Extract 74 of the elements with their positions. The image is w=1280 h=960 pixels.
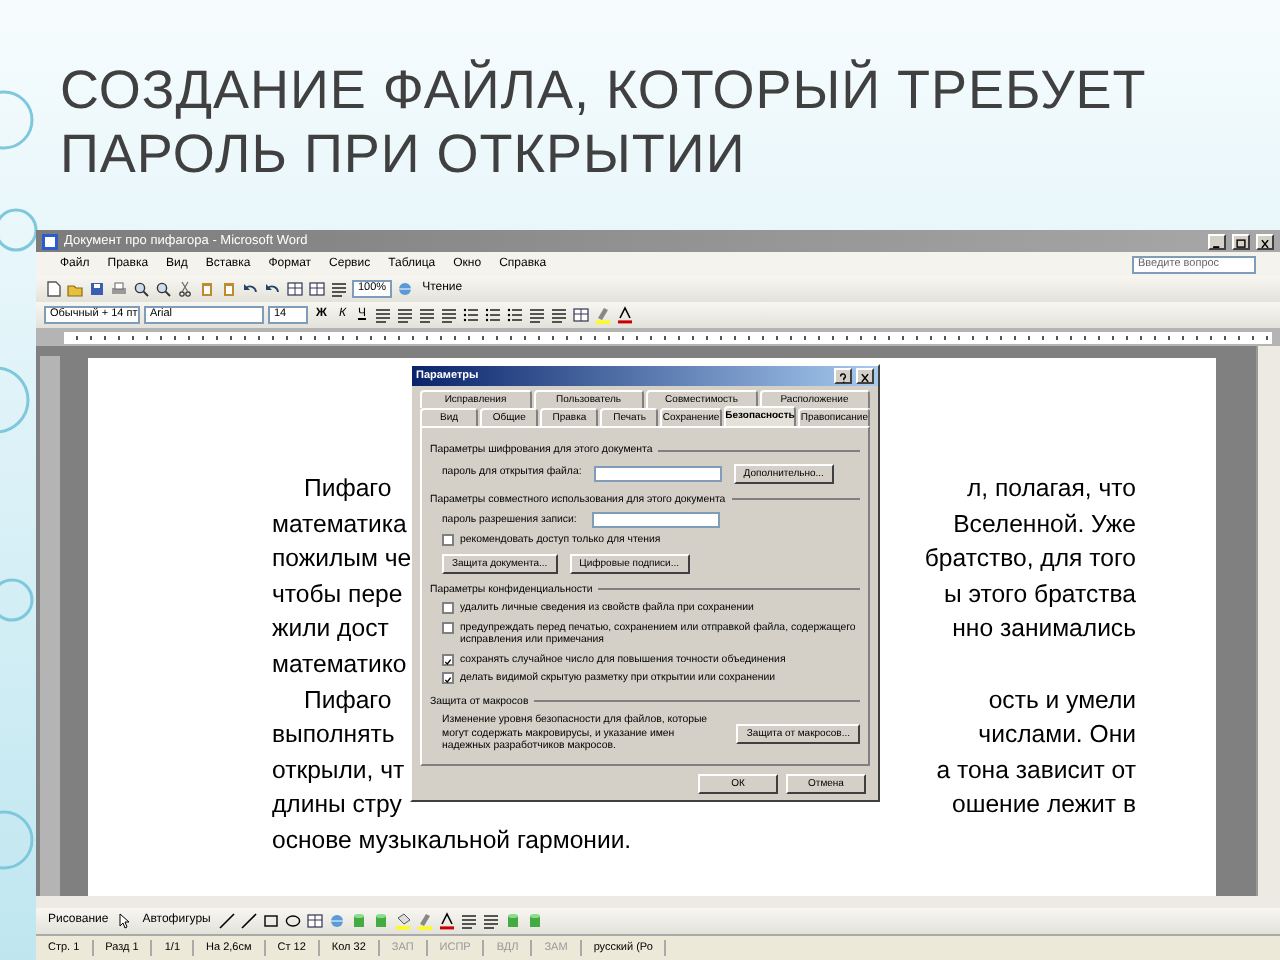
checkbox[interactable] xyxy=(442,534,454,546)
line-icon[interactable] xyxy=(240,912,259,930)
align-lines-icon[interactable] xyxy=(395,306,414,324)
printer-icon[interactable] xyxy=(110,280,128,298)
table-icon[interactable] xyxy=(308,280,326,298)
password-field[interactable] xyxy=(592,512,721,528)
password-field[interactable] xyxy=(593,465,722,481)
document-text: братство, для того xyxy=(924,542,1136,577)
globe-icon[interactable] xyxy=(396,280,415,298)
document-icon xyxy=(42,233,58,249)
align-lines-icon[interactable] xyxy=(373,306,392,324)
document-text: нно занимались xyxy=(952,612,1136,647)
max-icon xyxy=(1234,235,1248,251)
help-button[interactable] xyxy=(834,368,852,384)
font-color-icon[interactable] xyxy=(615,306,634,324)
document-text: ость и умели xyxy=(988,683,1136,718)
line-icon[interactable] xyxy=(218,912,237,930)
magnifier-icon[interactable] xyxy=(132,280,150,298)
new-page-icon[interactable] xyxy=(44,280,62,298)
document-text: чтобы пере xyxy=(272,577,403,612)
checkbox[interactable] xyxy=(442,672,454,684)
horizontal-scrollbar[interactable] xyxy=(36,896,1280,908)
fill-bucket-icon[interactable] xyxy=(394,912,413,930)
document-text: жили дост xyxy=(272,612,389,647)
document-text: основе музыкальной гармонии. xyxy=(272,823,632,858)
checkbox[interactable] xyxy=(442,621,454,633)
align-lines-icon[interactable] xyxy=(330,280,348,298)
scissors-icon[interactable] xyxy=(176,280,194,298)
bullet-list-icon[interactable] xyxy=(461,306,480,324)
pointer-icon[interactable] xyxy=(116,912,135,930)
document-text: Пифаго xyxy=(302,472,392,506)
document-text: Пифаго xyxy=(302,683,392,718)
close-icon xyxy=(1258,235,1272,251)
align-lines-icon[interactable] xyxy=(482,912,501,930)
document-text: л, полагая, что xyxy=(966,472,1136,506)
bullet-list-icon[interactable] xyxy=(483,306,502,324)
cylinder-icon[interactable] xyxy=(526,912,545,930)
folder-icon[interactable] xyxy=(66,280,84,298)
document-text: Вселенной. Уже xyxy=(953,507,1136,542)
close-button[interactable] xyxy=(1256,233,1274,249)
close-icon xyxy=(858,370,872,386)
font-color-icon[interactable] xyxy=(438,912,457,930)
slide-title: СОЗДАНИЕ ФАЙЛА, КОТОРЫЙ ТРЕБУЕТ ПАРОЛЬ ПРИ ОТКРЫТИИ xyxy=(60,60,1149,187)
minimize-button[interactable] xyxy=(1208,233,1226,249)
align-lines-icon[interactable] xyxy=(460,912,479,930)
rectangle-icon[interactable] xyxy=(262,912,281,930)
table-icon[interactable] xyxy=(306,912,325,930)
table-icon[interactable] xyxy=(571,306,590,324)
document-text: математико xyxy=(272,647,407,682)
document-text: пожилым че xyxy=(272,542,412,577)
document-text: открыли, чт xyxy=(272,753,405,788)
document-text: ошение лежит в xyxy=(951,788,1136,823)
checkbox[interactable] xyxy=(442,602,454,614)
document-text: длины стру xyxy=(272,788,402,823)
checkbox[interactable] xyxy=(442,653,454,665)
globe-icon[interactable] xyxy=(328,912,347,930)
document-text: математика xyxy=(272,507,407,542)
magnifier-icon[interactable] xyxy=(154,280,172,298)
close-button[interactable] xyxy=(856,368,874,384)
align-lines-icon[interactable] xyxy=(439,306,458,324)
oval-icon[interactable] xyxy=(284,912,303,930)
document-text: а тона зависит от xyxy=(936,753,1136,788)
bullet-list-icon[interactable] xyxy=(505,306,524,324)
align-lines-icon[interactable] xyxy=(549,306,568,324)
question-mark-icon xyxy=(836,370,850,386)
document-text: числами. Они xyxy=(978,718,1136,753)
document-text: выполнять xyxy=(272,718,395,753)
align-lines-icon[interactable] xyxy=(417,306,436,324)
document-text: ы этого братства xyxy=(943,577,1136,612)
table-icon[interactable] xyxy=(286,280,304,298)
maximize-button[interactable] xyxy=(1232,233,1250,249)
vertical-scrollbar[interactable] xyxy=(1256,346,1280,896)
cylinder-icon[interactable] xyxy=(350,912,369,930)
align-lines-icon[interactable] xyxy=(527,306,546,324)
